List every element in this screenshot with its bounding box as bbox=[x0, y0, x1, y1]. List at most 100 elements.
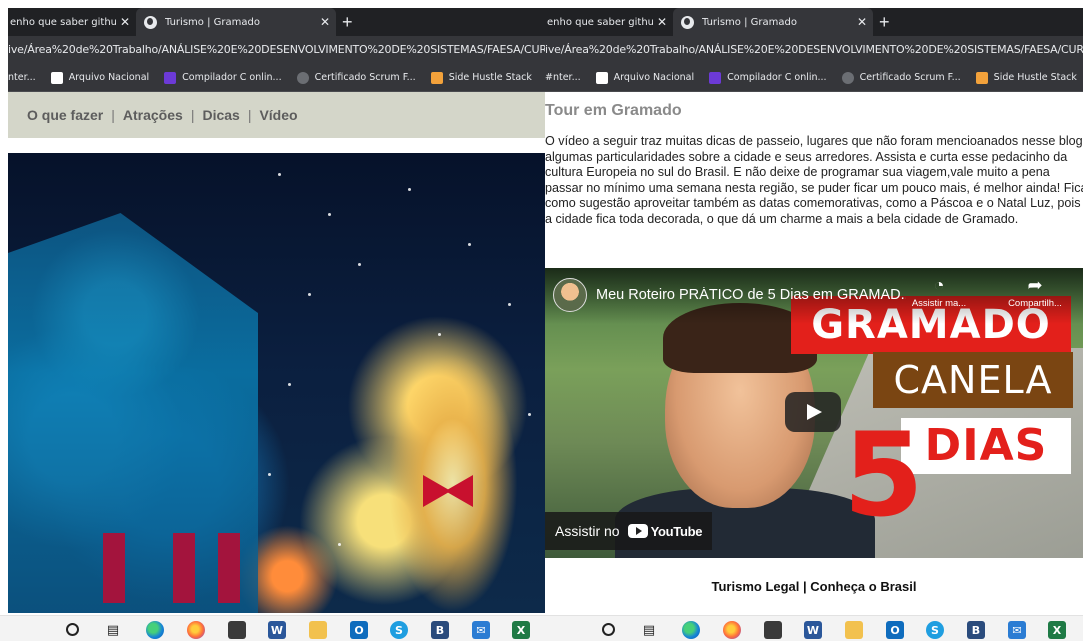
snowflake bbox=[358, 263, 361, 266]
bookmark-scrum[interactable]: Certificado Scrum F... bbox=[296, 64, 416, 91]
new-tab-button[interactable]: + bbox=[342, 10, 353, 34]
bookmark-arquivo-nacional[interactable]: Arquivo Nacional bbox=[50, 64, 150, 91]
bookmark-compilador[interactable]: Compilador C onlin... bbox=[709, 64, 827, 91]
close-tab-icon[interactable]: ✕ bbox=[320, 15, 330, 29]
close-tab-icon[interactable]: ✕ bbox=[120, 15, 130, 29]
windows-taskbar: ▤ W O S B ✉ X bbox=[0, 615, 545, 641]
word-icon[interactable]: W bbox=[804, 621, 822, 639]
youtube-logo: YouTube bbox=[627, 523, 703, 539]
snowflake bbox=[508, 303, 511, 306]
close-tab-icon[interactable]: ✕ bbox=[857, 15, 867, 29]
store-icon[interactable] bbox=[764, 621, 782, 639]
site-nav: O que fazer | Atrações | Dicas | Vídeo bbox=[8, 92, 545, 138]
nav-video[interactable]: Vídeo bbox=[259, 107, 297, 123]
snowflake bbox=[438, 333, 441, 336]
store-icon[interactable] bbox=[228, 621, 246, 639]
bookmark-label: Certificado Scrum F... bbox=[314, 71, 416, 83]
b-app-icon[interactable]: B bbox=[431, 621, 449, 639]
bolt-icon bbox=[709, 71, 722, 84]
task-view-icon[interactable]: ▤ bbox=[104, 621, 122, 639]
tab-github[interactable]: enho que saber github ✕ bbox=[8, 8, 136, 36]
play-button[interactable] bbox=[785, 392, 841, 432]
tab-strip: enho que saber github ✕ Turismo | Gramad… bbox=[545, 8, 1083, 36]
nav-atracoes[interactable]: Atrações bbox=[123, 107, 183, 123]
certificate-icon bbox=[296, 71, 309, 84]
outlook-icon[interactable]: O bbox=[886, 621, 904, 639]
watch-on-youtube-button[interactable]: Assistir no YouTube bbox=[545, 512, 713, 550]
tab-turismo-gramado[interactable]: Turismo | Gramado ✕ bbox=[673, 8, 873, 36]
bookmark-label: Certificado Scrum F... bbox=[859, 71, 961, 83]
address-bar[interactable]: ive/Área%20de%20Trabalho/ANÁLISE%20E%20D… bbox=[545, 36, 1083, 64]
globe-icon bbox=[681, 15, 694, 29]
page-icon bbox=[50, 71, 63, 84]
word-icon[interactable]: W bbox=[268, 621, 286, 639]
bookmark-compilador[interactable]: Compilador C onlin... bbox=[164, 64, 282, 91]
nav-dicas[interactable]: Dicas bbox=[202, 107, 239, 123]
skype-icon[interactable]: S bbox=[390, 621, 408, 639]
bookmark-label: #nter... bbox=[545, 71, 581, 83]
tab-label: Turismo | Gramado bbox=[702, 16, 797, 28]
nav-separator: | bbox=[111, 107, 115, 123]
clock-icon: ◔ bbox=[933, 275, 945, 295]
snowflake bbox=[278, 173, 281, 176]
snowflake bbox=[528, 413, 531, 416]
tab-label: enho que saber github bbox=[547, 16, 653, 28]
snowflake bbox=[338, 543, 341, 546]
excel-icon[interactable]: X bbox=[512, 621, 530, 639]
mail-icon[interactable]: ✉ bbox=[472, 621, 490, 639]
right-browser-window: enho que saber github ✕ Turismo | Gramad… bbox=[545, 0, 1083, 641]
excel-icon[interactable]: X bbox=[1048, 621, 1066, 639]
close-tab-icon[interactable]: ✕ bbox=[657, 15, 667, 29]
bookmark-item[interactable]: #nter... bbox=[545, 64, 581, 91]
share-icon: ➦ bbox=[1027, 275, 1043, 295]
youtube-wordmark: YouTube bbox=[650, 523, 703, 539]
bookmark-item[interactable]: nter... bbox=[8, 64, 36, 91]
windows-taskbar: ▤ W O S B ✉ X bbox=[545, 615, 1083, 641]
bookmark-label: Arquivo Nacional bbox=[68, 71, 150, 83]
bookmark-scrum[interactable]: Certificado Scrum F... bbox=[841, 64, 961, 91]
channel-avatar[interactable] bbox=[553, 278, 587, 312]
b-app-icon[interactable]: B bbox=[967, 621, 985, 639]
address-bar[interactable]: ive/Área%20de%20Trabalho/ANÁLISE%20E%20D… bbox=[8, 36, 545, 64]
document-icon bbox=[975, 71, 988, 84]
edge-icon[interactable] bbox=[682, 621, 700, 639]
lit-christmas-tree bbox=[388, 353, 518, 613]
youtube-video-embed[interactable]: GRAMADO CANELA DIAS 5 Meu Roteiro PRÁTIC… bbox=[545, 268, 1083, 558]
youtube-play-icon bbox=[627, 524, 648, 538]
snowflake bbox=[268, 473, 271, 476]
snowflake bbox=[468, 243, 471, 246]
nav-o-que-fazer[interactable]: O que fazer bbox=[27, 107, 103, 123]
intro-paragraph: O vídeo a seguir traz muitas dicas de pa… bbox=[545, 134, 1083, 226]
file-explorer-icon[interactable] bbox=[309, 621, 327, 639]
outlook-icon[interactable]: O bbox=[350, 621, 368, 639]
video-title[interactable]: Meu Roteiro PRÁTICO de 5 Dias em GRAMAD.… bbox=[596, 287, 906, 303]
snowflake bbox=[288, 383, 291, 386]
bookmark-side-hustle[interactable]: Side Hustle Stack bbox=[975, 64, 1077, 91]
thumb-text-five: 5 bbox=[843, 408, 925, 543]
bookmark-label: Side Hustle Stack bbox=[448, 71, 532, 83]
tab-github[interactable]: enho que saber github ✕ bbox=[545, 8, 673, 36]
search-icon[interactable] bbox=[602, 623, 615, 636]
bookmark-arquivo-nacional[interactable]: Arquivo Nacional bbox=[595, 64, 694, 91]
watch-later-button[interactable]: ◔ Assistir ma... bbox=[901, 274, 977, 309]
search-icon[interactable] bbox=[66, 623, 79, 636]
tab-label: enho que saber github bbox=[10, 16, 116, 28]
firefox-icon[interactable] bbox=[187, 621, 205, 639]
mail-icon[interactable]: ✉ bbox=[1008, 621, 1026, 639]
bookmark-side-hustle[interactable]: Side Hustle Stack bbox=[430, 64, 532, 91]
page-title: Tour em Gramado bbox=[545, 102, 682, 119]
bookmarks-bar: nter... Arquivo Nacional Compilador C on… bbox=[8, 64, 545, 92]
file-explorer-icon[interactable] bbox=[845, 621, 863, 639]
firefox-icon[interactable] bbox=[723, 621, 741, 639]
skype-icon[interactable]: S bbox=[926, 621, 944, 639]
hero-image-natal-luz bbox=[8, 153, 545, 613]
left-browser-window: enho que saber github ✕ Turismo | Gramad… bbox=[0, 0, 545, 641]
red-banner bbox=[218, 533, 240, 603]
share-button[interactable]: ➦ Compartilh... bbox=[997, 274, 1073, 309]
bookmark-label: Side Hustle Stack bbox=[993, 71, 1077, 83]
new-tab-button[interactable]: + bbox=[879, 10, 890, 34]
edge-icon[interactable] bbox=[146, 621, 164, 639]
tab-turismo-gramado[interactable]: Turismo | Gramado ✕ bbox=[136, 8, 336, 36]
task-view-icon[interactable]: ▤ bbox=[640, 621, 658, 639]
page-icon bbox=[595, 71, 608, 84]
